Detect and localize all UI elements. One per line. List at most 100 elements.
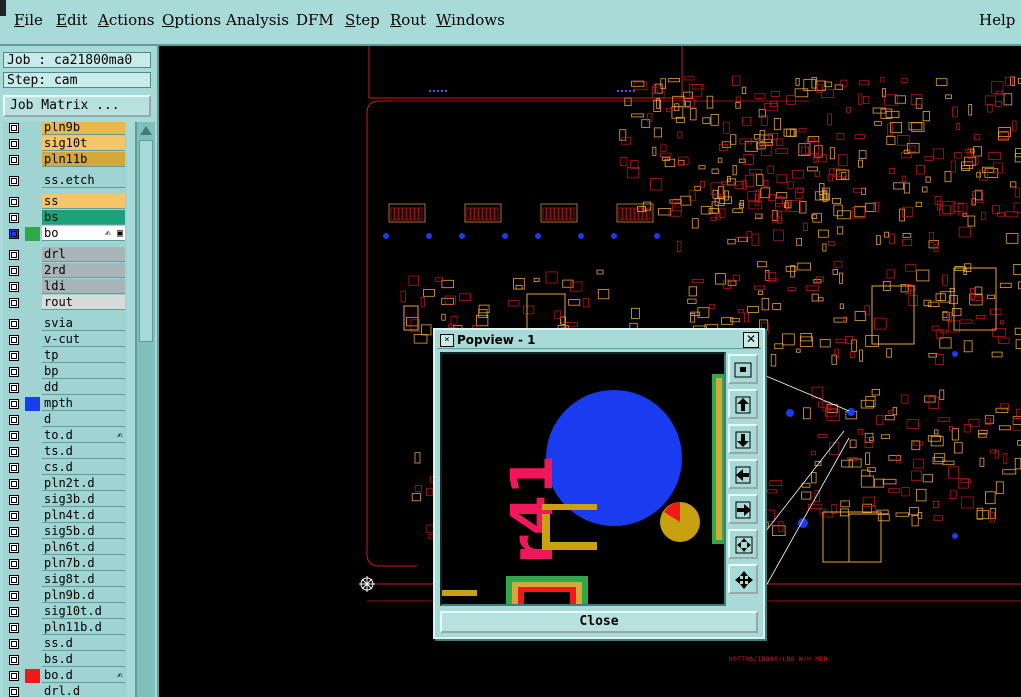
layer-row-drl-d[interactable]: drl.d xyxy=(3,684,127,697)
layer-row-sig8t-d[interactable]: sig8t.d xyxy=(3,572,127,588)
layer-checkbox[interactable] xyxy=(9,335,19,345)
menu-dfm[interactable]: DFM xyxy=(296,11,334,29)
layer-color-mark[interactable] xyxy=(25,397,40,411)
layer-checkbox[interactable] xyxy=(9,367,19,377)
layer-checkbox[interactable] xyxy=(9,351,19,361)
layer-row-pln9b-d[interactable]: pln9b.d xyxy=(3,588,127,604)
layer-row-dd[interactable]: dd xyxy=(3,380,127,396)
layer-checkbox[interactable] xyxy=(9,319,19,329)
layer-color-mark[interactable] xyxy=(25,153,40,167)
layer-name[interactable]: ss xyxy=(42,194,125,209)
layer-checkbox[interactable] xyxy=(9,575,19,585)
layer-name[interactable]: 2rd xyxy=(42,263,125,278)
layer-checkbox[interactable] xyxy=(9,431,19,441)
layer-row-sig3b-d[interactable]: sig3b.d xyxy=(3,492,127,508)
layer-name[interactable]: mpth xyxy=(42,396,125,411)
layer-checkbox[interactable] xyxy=(9,155,19,165)
layer-row-cs-d[interactable]: cs.d xyxy=(3,460,127,476)
layer-row-tp[interactable]: tp xyxy=(3,348,127,364)
layer-name[interactable]: drl.d xyxy=(42,684,125,697)
layer-name[interactable]: cs.d xyxy=(42,460,125,475)
layer-color-mark[interactable] xyxy=(25,461,40,475)
layer-checkbox[interactable] xyxy=(9,479,19,489)
layer-row-ss-etch[interactable]: ss.etch xyxy=(3,173,127,189)
layer-color-mark[interactable] xyxy=(25,227,40,241)
layer-name[interactable]: to.d ✍ xyxy=(42,428,125,443)
menu-edit[interactable]: Edit xyxy=(56,11,87,29)
layer-row-2rd[interactable]: 2rd xyxy=(3,263,127,279)
layer-color-mark[interactable] xyxy=(25,317,40,331)
layer-checkbox[interactable] xyxy=(9,266,19,276)
layer-color-mark[interactable] xyxy=(25,525,40,539)
layer-color-mark[interactable] xyxy=(25,685,40,697)
pan-left-button[interactable] xyxy=(728,459,758,489)
layer-row-bp[interactable]: bp xyxy=(3,364,127,380)
layer-edit-icon[interactable]: ✍ xyxy=(117,428,123,442)
layer-row-bo[interactable]: bo ✍ ▣ xyxy=(3,226,127,242)
layer-color-mark[interactable] xyxy=(25,541,40,555)
layer-color-mark[interactable] xyxy=(25,589,40,603)
menu-rout[interactable]: Rout xyxy=(390,11,426,29)
layer-color-mark[interactable] xyxy=(25,413,40,427)
layer-checkbox[interactable] xyxy=(9,543,19,553)
layer-checkbox[interactable] xyxy=(9,197,19,207)
menu-options[interactable]: Options xyxy=(162,11,221,29)
layer-color-mark[interactable] xyxy=(25,477,40,491)
menu-actions[interactable]: Actions xyxy=(98,11,154,29)
scroll-up-icon[interactable] xyxy=(140,126,152,135)
layer-color-mark[interactable] xyxy=(25,653,40,667)
layer-checkbox[interactable] xyxy=(9,495,19,505)
layer-name[interactable]: rout xyxy=(42,295,125,310)
layer-name[interactable]: ldi xyxy=(42,279,125,294)
layer-color-mark[interactable] xyxy=(25,637,40,651)
layer-name[interactable]: bo ✍ ▣ xyxy=(42,226,125,241)
layer-name[interactable]: drl xyxy=(42,247,125,262)
menu-step[interactable]: Step xyxy=(345,11,380,29)
layer-name[interactable]: svia xyxy=(42,316,125,331)
menu-analysis[interactable]: Analysis xyxy=(226,11,289,29)
layer-name[interactable]: pln4t.d xyxy=(42,508,125,523)
zoom-out-button[interactable] xyxy=(728,424,758,454)
layer-color-mark[interactable] xyxy=(25,248,40,262)
layer-checkbox[interactable] xyxy=(9,399,19,409)
layer-name[interactable]: pln2t.d xyxy=(42,476,125,491)
pan-right-button[interactable] xyxy=(728,494,758,524)
layer-checkbox[interactable] xyxy=(9,229,19,239)
layer-checkbox[interactable] xyxy=(9,463,19,473)
layer-color-mark[interactable] xyxy=(25,669,40,683)
menu-windows[interactable]: Windows xyxy=(436,11,505,29)
layer-checkbox[interactable] xyxy=(9,383,19,393)
layer-row-ts-d[interactable]: ts.d xyxy=(3,444,127,460)
layer-color-mark[interactable] xyxy=(25,365,40,379)
layer-row-pln7b-d[interactable]: pln7b.d xyxy=(3,556,127,572)
zoom-in-button[interactable] xyxy=(728,389,758,419)
job-matrix-button[interactable]: Job Matrix ... xyxy=(3,95,151,117)
layer-row-sig5b-d[interactable]: sig5b.d xyxy=(3,524,127,540)
layer-name[interactable]: bs xyxy=(42,210,125,225)
layer-name[interactable]: bo.d ✍ xyxy=(42,668,125,683)
scroll-thumb[interactable] xyxy=(139,140,153,342)
layer-scrollbar[interactable] xyxy=(135,122,155,697)
layer-color-mark[interactable] xyxy=(25,445,40,459)
layer-checkbox[interactable] xyxy=(9,298,19,308)
layer-checkbox[interactable] xyxy=(9,655,19,665)
layer-row-mpth[interactable]: mpth xyxy=(3,396,127,412)
layer-name[interactable]: bs.d xyxy=(42,652,125,667)
layer-row-bs[interactable]: bs xyxy=(3,210,127,226)
zoom-window-button[interactable] xyxy=(728,354,758,384)
layer-checkbox[interactable] xyxy=(9,415,19,425)
layer-name[interactable]: sig3b.d xyxy=(42,492,125,507)
layer-row-pln11b[interactable]: pln11b xyxy=(3,152,127,168)
layer-edit-icon[interactable]: ✍ xyxy=(117,668,123,682)
layer-color-mark[interactable] xyxy=(25,264,40,278)
layer-name[interactable]: tp xyxy=(42,348,125,363)
layer-color-mark[interactable] xyxy=(25,296,40,310)
menu-help[interactable]: Help xyxy=(979,11,1015,29)
layer-checkbox[interactable] xyxy=(9,527,19,537)
layer-row-ss-d[interactable]: ss.d xyxy=(3,636,127,652)
layer-checkbox[interactable] xyxy=(9,623,19,633)
layer-row-pln2t-d[interactable]: pln2t.d xyxy=(3,476,127,492)
layer-name[interactable]: ss.etch xyxy=(42,173,125,188)
layer-name[interactable]: v-cut xyxy=(42,332,125,347)
layer-checkbox[interactable] xyxy=(9,511,19,521)
